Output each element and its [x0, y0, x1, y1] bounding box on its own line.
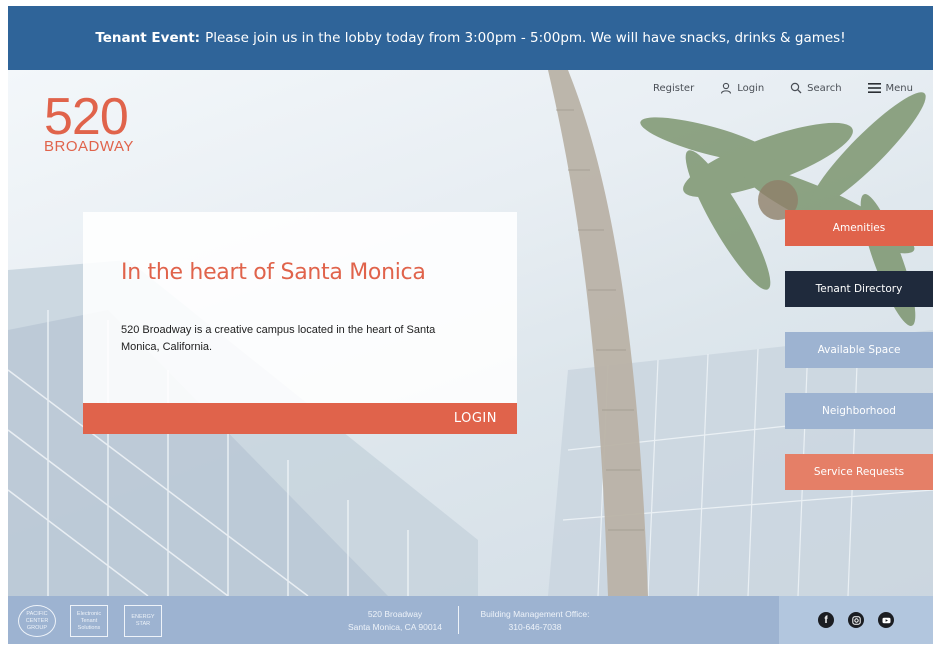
menu-label: Menu: [885, 82, 913, 94]
available-space-label: Available Space: [817, 344, 901, 356]
login-button[interactable]: LOGIN: [83, 403, 517, 434]
login-link[interactable]: Login: [720, 82, 764, 94]
search-link[interactable]: Search: [790, 82, 842, 94]
tenant-directory-button[interactable]: Tenant Directory: [785, 271, 933, 307]
footer: PACIFIC CENTER GROUP Electronic Tenant S…: [8, 596, 933, 644]
search-label: Search: [807, 82, 842, 94]
badge-label-2: ENERGY STAR: [131, 614, 155, 627]
register-label: Register: [653, 82, 695, 94]
mgmt-line-1: Building Management Office:: [480, 609, 590, 619]
footer-divider: [458, 606, 459, 634]
search-icon: [790, 82, 802, 94]
youtube-icon[interactable]: [878, 612, 894, 628]
logo-number: 520: [44, 88, 129, 146]
login-button-label: LOGIN: [453, 411, 497, 426]
logo-word: BROADWAY: [44, 138, 134, 155]
register-link[interactable]: Register: [653, 83, 694, 94]
intro-card: In the heart of Santa Monica 520 Broadwa…: [83, 212, 517, 434]
user-icon: [721, 82, 732, 94]
login-label: Login: [737, 82, 765, 94]
banner-label: Tenant Event:: [95, 30, 201, 46]
instagram-icon[interactable]: [848, 612, 864, 628]
facebook-icon[interactable]: f: [818, 612, 834, 628]
tenant-directory-label: Tenant Directory: [815, 283, 903, 295]
address-line-2: Santa Monica, CA 90014: [347, 622, 443, 632]
footer-address: 520 Broadway Santa Monica, CA 90014: [334, 608, 456, 634]
neighborhood-button[interactable]: Neighborhood: [785, 393, 933, 429]
badge-label-0: PACIFIC CENTER GROUP: [25, 610, 49, 631]
neighborhood-label: Neighborhood: [822, 405, 896, 417]
service-requests-button[interactable]: Service Requests: [785, 454, 933, 490]
menu-button[interactable]: Menu: [867, 82, 913, 94]
electronic-tenant-solutions-logo: Electronic Tenant Solutions: [70, 605, 108, 637]
hero: 520 BROADWAY Register Login Search Menu …: [8, 70, 933, 596]
address-line-1: 520 Broadway: [367, 609, 423, 619]
pacific-center-group-logo: PACIFIC CENTER GROUP: [18, 605, 56, 637]
amenities-button[interactable]: Amenities: [785, 210, 933, 246]
energy-star-logo: ENERGY STAR: [124, 605, 162, 637]
social-links: f: [779, 596, 933, 644]
mgmt-line-2[interactable]: 310-646-7038: [470, 621, 600, 634]
service-requests-label: Service Requests: [813, 466, 905, 478]
amenities-label: Amenities: [832, 222, 886, 234]
footer-management: Building Management Office: 310-646-7038: [470, 608, 600, 634]
page: Tenant Event: Please join us in the lobb…: [0, 0, 939, 648]
hamburger-icon: [867, 83, 881, 93]
available-space-button[interactable]: Available Space: [785, 332, 933, 368]
banner-message: Please join us in the lobby today from 3…: [205, 30, 846, 46]
site-logo[interactable]: 520 BROADWAY: [44, 88, 134, 155]
intro-title: In the heart of Santa Monica: [121, 260, 426, 285]
announcement-banner: Tenant Event: Please join us in the lobb…: [8, 6, 933, 70]
badge-label-1: Electronic Tenant Solutions: [76, 610, 102, 631]
top-nav: Register Login Search Menu: [653, 82, 913, 94]
intro-body: 520 Broadway is a creative campus locate…: [121, 324, 436, 353]
